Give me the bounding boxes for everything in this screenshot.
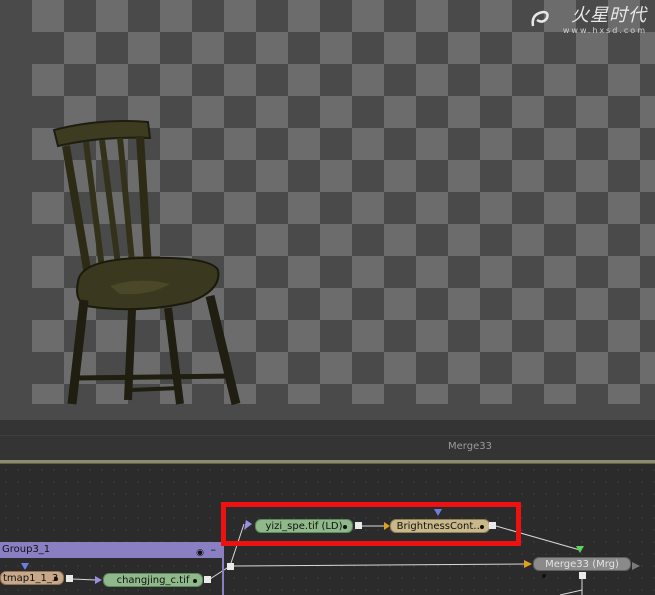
merge-node[interactable]: Merge33 (Mrg) (533, 557, 631, 571)
node-output-dot (54, 577, 58, 581)
node-label: Merge33 (Mrg) (545, 559, 619, 570)
merge-output-arrow-icon (632, 562, 640, 570)
loader-node-changjing[interactable]: changjing_c.tif (103, 573, 203, 587)
group-header[interactable]: Group3_1 ◉ – (0, 542, 222, 558)
output-port[interactable] (66, 575, 73, 582)
node-label: tmap1_1_3 (3, 573, 59, 584)
merge-status-dot (542, 574, 546, 578)
node-label: changjing_c.tif (116, 575, 190, 586)
tmap-node[interactable]: tmap1_1_3 (0, 571, 64, 585)
group-minimize-button[interactable]: – (211, 542, 217, 558)
output-port[interactable] (579, 572, 586, 579)
background-input-icon (524, 560, 532, 568)
node-group[interactable]: Group3_1 ◉ – (0, 542, 224, 595)
group-title: Group3_1 (2, 544, 51, 555)
node-output-dot (193, 579, 197, 583)
pipe-router[interactable] (227, 563, 234, 570)
output-port[interactable] (204, 576, 211, 583)
group-expand-icon[interactable]: ◉ (196, 545, 204, 561)
highlight-box (221, 502, 521, 546)
